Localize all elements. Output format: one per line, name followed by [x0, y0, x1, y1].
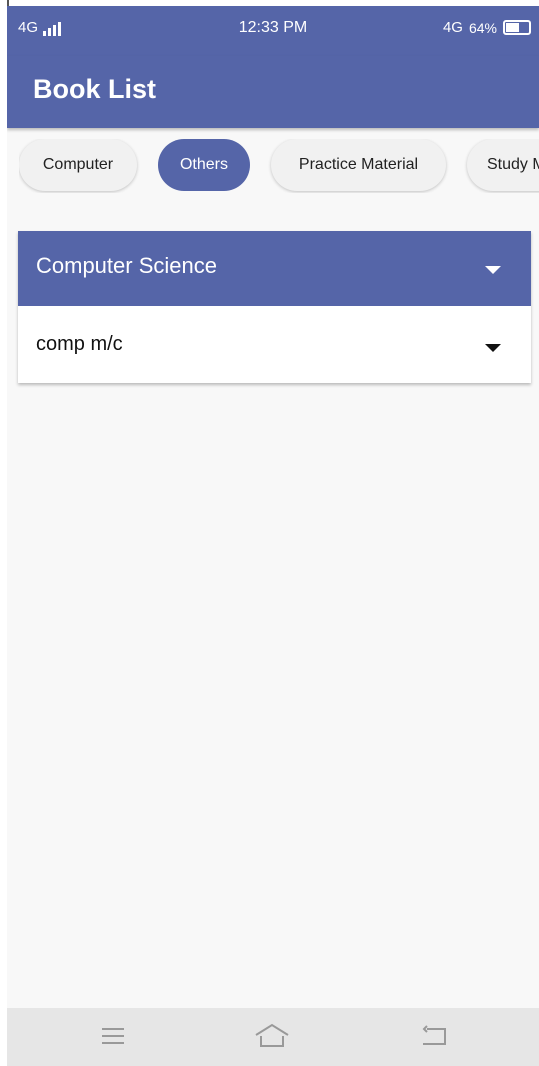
chevron-down-icon [485, 344, 501, 352]
status-right: 4G 64% [443, 19, 531, 36]
menu-icon[interactable] [94, 1020, 134, 1052]
subject-dropdown-label: Computer Science [36, 253, 217, 278]
book-dropdown[interactable]: comp m/c [18, 306, 531, 383]
chip-study-material[interactable]: Study Material [467, 139, 539, 191]
chip-others[interactable]: Others [158, 139, 250, 191]
chevron-down-icon [485, 266, 501, 274]
home-icon[interactable] [252, 1020, 292, 1052]
app-screen: 4G 12:33 PM 4G 64% Book List Computer Ot… [7, 6, 539, 1066]
system-nav-bar [7, 1008, 539, 1066]
subject-dropdown-card: Computer Science comp m/c [18, 231, 531, 383]
chip-label: Others [179, 156, 228, 173]
category-chips: Computer Others Practice Material Study … [19, 139, 539, 193]
battery-icon [503, 20, 531, 35]
page-title: Book List [33, 74, 157, 104]
status-bar: 4G 12:33 PM 4G 64% [7, 6, 539, 56]
subject-dropdown[interactable]: Computer Science [18, 231, 531, 306]
back-icon[interactable] [415, 1020, 455, 1052]
app-bar: Book List [7, 56, 539, 128]
chip-practice-material[interactable]: Practice Material [271, 139, 446, 191]
network-type-right: 4G [442, 19, 463, 36]
chip-computer[interactable]: Computer [19, 139, 137, 191]
book-dropdown-label: comp m/c [36, 333, 123, 355]
battery-level [506, 23, 519, 32]
battery-percent: 64% [468, 19, 497, 36]
chip-label: Computer [42, 156, 114, 173]
chip-label: Practice Material [298, 156, 419, 173]
chip-label: Study Material [487, 156, 539, 173]
